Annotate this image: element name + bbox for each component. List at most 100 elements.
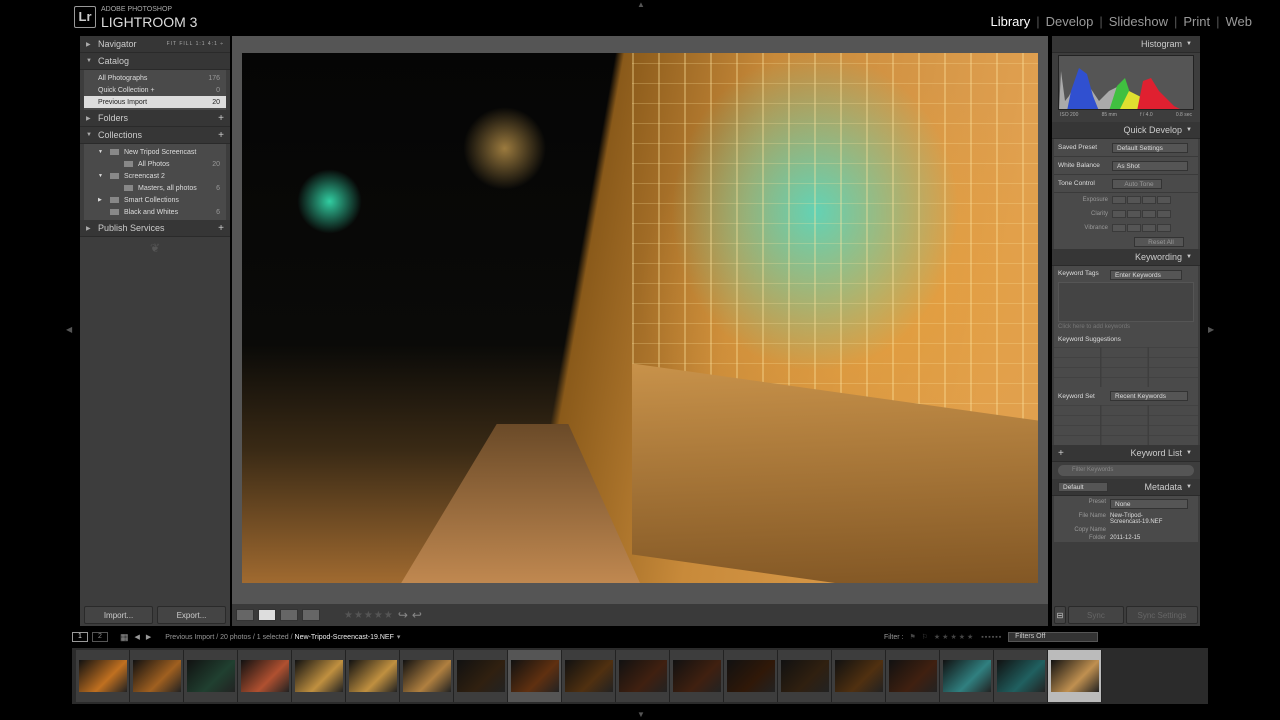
second-window-button[interactable]: 2 [92,632,108,642]
filmstrip-thumbnail[interactable] [886,650,940,702]
filmstrip-thumbnail[interactable] [76,650,130,702]
histogram-header[interactable]: Histogram ▼ [1052,36,1200,53]
add-icon[interactable]: + [218,130,224,141]
expand-icon[interactable]: ▼ [98,173,110,179]
filters-select[interactable]: Filters Off [1008,632,1099,642]
add-icon[interactable]: + [1058,448,1064,459]
rating-stars[interactable]: ★★★★★ [344,610,394,621]
filmstrip-thumbnail[interactable] [994,650,1048,702]
keyword-suggestions-grid[interactable] [1054,347,1198,387]
file-name-field[interactable]: New-Tripod-Screencast-19.NEF [1110,513,1170,525]
filmstrip-thumbnail[interactable] [238,650,292,702]
survey-view-button[interactable] [302,609,320,621]
left-panel-toggle-icon[interactable]: ◀ [66,325,72,334]
collection-item[interactable]: ▼ Screencast 2 [84,170,226,182]
back-arrow-icon[interactable]: ◀ [135,633,140,641]
sync-toggle[interactable]: ⊟ [1054,606,1066,624]
add-icon[interactable]: + [218,223,224,234]
keyword-set-select[interactable]: Recent Keywords [1110,391,1188,401]
metadata-preset-select[interactable]: Default [1058,482,1108,492]
metadata-header[interactable]: Default Metadata ▼ [1052,479,1200,496]
catalog-header[interactable]: ▼ Catalog [80,53,230,70]
decrease-more-button[interactable] [1112,210,1126,218]
filmstrip-thumbnail[interactable] [292,650,346,702]
sync-button[interactable]: Sync [1068,606,1124,624]
increase-more-button[interactable] [1157,196,1171,204]
forward-arrow-icon[interactable]: ▶ [146,633,151,641]
keywording-header[interactable]: Keywording ▼ [1052,249,1200,266]
add-keyword-field[interactable]: Click here to add keywords [1058,324,1194,330]
filmstrip-thumbnail[interactable] [562,650,616,702]
filmstrip-thumbnail[interactable] [940,650,994,702]
publish-services-header[interactable]: ▶ Publish Services + [80,220,230,237]
collection-item[interactable]: Black and Whites 6 [84,206,226,218]
decrease-more-button[interactable] [1112,224,1126,232]
decrease-button[interactable] [1127,196,1141,204]
collection-item[interactable]: Masters, all photos 6 [84,182,226,194]
keywords-textarea[interactable] [1058,282,1194,322]
catalog-item[interactable]: All Photographs 176 [84,72,226,84]
rotate-left-button[interactable]: ↪ [398,608,408,622]
decrease-more-button[interactable] [1112,196,1126,204]
filmstrip-thumbnail[interactable] [400,650,454,702]
decrease-button[interactable] [1127,224,1141,232]
collection-item[interactable]: ▶ Smart Collections [84,194,226,206]
quick-develop-header[interactable]: Quick Develop ▼ [1052,122,1200,139]
increase-button[interactable] [1142,196,1156,204]
color-label-filter[interactable]: ▪▪▪▪▪▪ [981,634,1002,641]
preset-select[interactable]: None [1110,499,1188,509]
auto-tone-button[interactable]: Auto Tone [1112,178,1162,189]
module-web[interactable]: Web [1220,14,1259,29]
right-panel-toggle-icon[interactable]: ▶ [1208,325,1214,334]
keyword-set-grid[interactable] [1054,405,1198,445]
collection-item[interactable]: All Photos 20 [84,158,226,170]
zoom-options[interactable]: FIT FILL 1:1 4:1 ÷ [167,41,224,47]
increase-more-button[interactable] [1157,224,1171,232]
filmstrip-thumbnail[interactable] [130,650,184,702]
increase-button[interactable] [1142,224,1156,232]
expand-icon[interactable]: ▼ [98,149,110,155]
export-button[interactable]: Export... [157,606,226,624]
reset-all-button[interactable]: Reset All [1134,237,1184,247]
keyword-list-header[interactable]: + Keyword List ▼ [1052,445,1200,462]
filmstrip-thumbnail[interactable] [508,650,562,702]
sync-settings-button[interactable]: Sync Settings [1125,606,1198,624]
filmstrip-thumbnail[interactable] [832,650,886,702]
loupe-photo[interactable] [242,53,1038,583]
filmstrip-thumbnail[interactable] [670,650,724,702]
saved-preset-select[interactable]: Default Settings [1112,142,1188,153]
folder-field[interactable]: 2011-12-15 [1110,535,1140,541]
top-panel-toggle-icon[interactable]: ▲ [637,0,645,9]
filmstrip-thumbnail[interactable] [184,650,238,702]
filter-keywords-input[interactable]: Filter Keywords [1058,465,1194,476]
filmstrip-thumbnail[interactable] [778,650,832,702]
add-icon[interactable]: + [218,113,224,124]
decrease-button[interactable] [1127,210,1141,218]
folders-header[interactable]: ▶ Folders + [80,110,230,127]
catalog-item[interactable]: Previous Import 20 [84,96,226,108]
grid-view-button[interactable] [236,609,254,621]
dropdown-icon[interactable]: ▾ [397,633,401,641]
compare-view-button[interactable] [280,609,298,621]
catalog-item[interactable]: Quick Collection + 0 [84,84,226,96]
main-window-button[interactable]: 1 [72,632,88,642]
filmstrip-thumbnail[interactable] [346,650,400,702]
rotate-right-button[interactable]: ↩ [412,608,422,622]
filmstrip-thumbnail[interactable] [454,650,508,702]
collection-item[interactable]: ▼ New Tripod Screencast [84,146,226,158]
white-balance-select[interactable]: As Shot [1112,160,1188,171]
navigator-header[interactable]: ▶ Navigator FIT FILL 1:1 4:1 ÷ [80,36,230,53]
increase-more-button[interactable] [1157,210,1171,218]
filmstrip-thumbnail[interactable] [616,650,670,702]
module-library[interactable]: Library [984,14,1036,29]
import-button[interactable]: Import... [84,606,153,624]
keyword-tags-select[interactable]: Enter Keywords [1110,270,1182,280]
increase-button[interactable] [1142,210,1156,218]
loupe-view-button[interactable] [258,609,276,621]
current-file[interactable]: New-Tripod-Screencast-19.NEF [295,634,394,641]
module-develop[interactable]: Develop [1040,14,1100,29]
rating-filter[interactable]: ⚑ ⚐ ★★★★★ [909,633,975,641]
bottom-panel-toggle-icon[interactable]: ▼ [637,710,645,719]
grid-icon[interactable]: ▦ [120,632,129,643]
module-print[interactable]: Print [1177,14,1216,29]
